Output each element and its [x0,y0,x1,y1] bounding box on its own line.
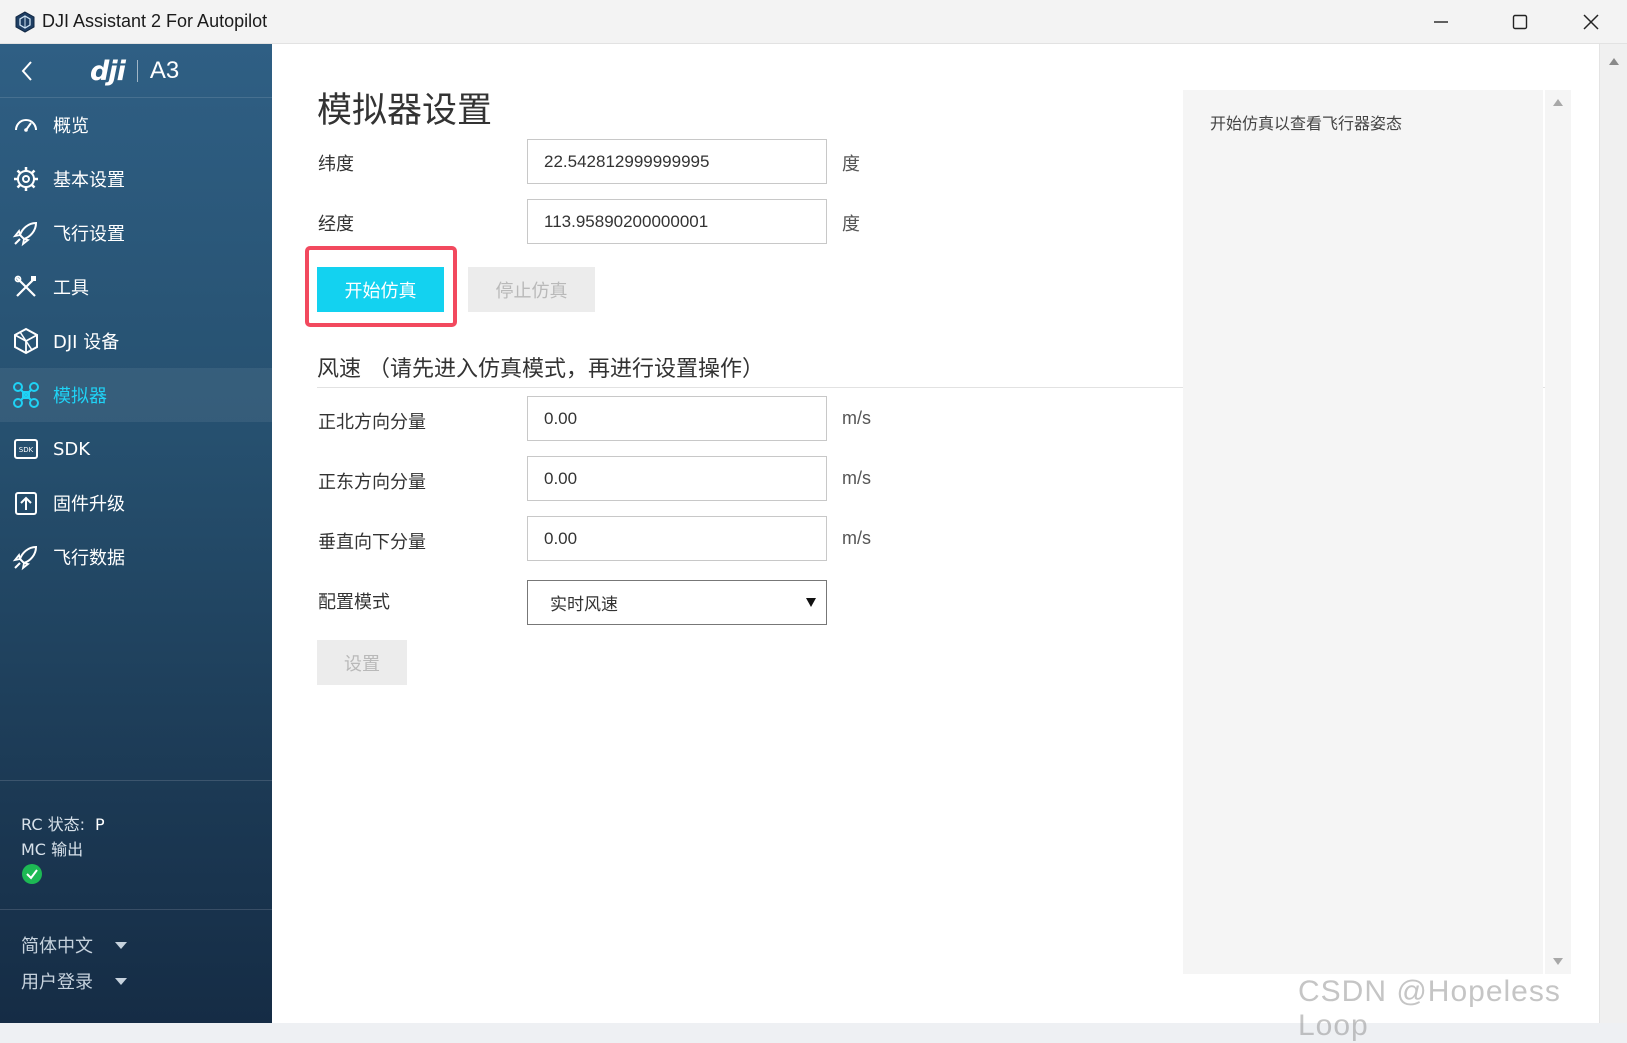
wind-down-label: 垂直向下分量 [318,532,426,553]
rc-status-label: RC 状态: [21,815,85,834]
sidebar-item-label: 飞行数据 [53,548,125,569]
sidebar-item-flight-data[interactable]: 飞行数据 [0,530,272,584]
close-icon [1583,14,1599,30]
login-label: 用户登录 [21,972,93,993]
sidebar-item-label: 模拟器 [53,386,107,407]
window-title: DJI Assistant 2 For Autopilot [42,11,268,31]
language-select[interactable]: 简体中文 [21,932,127,958]
chevron-down-icon [115,977,127,985]
longitude-input[interactable] [527,199,827,244]
dropdown-arrow-icon [806,598,816,607]
config-mode-select[interactable]: 实时风速 [527,580,827,625]
mc-output-label: MC 输出 [21,840,84,859]
rc-status: RC 状态: P [21,811,105,835]
wind-north-label: 正北方向分量 [318,412,426,433]
maximize-icon [1512,14,1528,30]
app-logo-icon [15,11,35,33]
sidebar-nav: 概览 基本设置 飞行设置 工具 DJI 设备 模拟器 SDK SDK 固件升级 … [0,98,272,584]
wind-north-input[interactable] [527,396,827,441]
wind-down-unit: m/s [842,528,871,548]
sidebar-item-dji-devices[interactable]: DJI 设备 [0,314,272,368]
sidebar-item-label: DJI 设备 [53,332,120,353]
gear-icon [14,167,38,191]
sidebar-item-basic-settings[interactable]: 基本设置 [0,152,272,206]
svg-text:SDK: SDK [19,446,34,454]
rc-status-value: P [94,815,105,834]
window-scrollbar[interactable] [1599,44,1627,1023]
rocket-icon [12,221,38,247]
config-mode-label: 配置模式 [318,592,390,613]
wind-east-label: 正东方向分量 [318,472,426,493]
latitude-input[interactable] [527,139,827,184]
connection-status: RC 状态: P MC 输出 [0,780,272,910]
check-circle-icon [22,864,42,884]
main-content: 模拟器设置 纬度 度 经度 度 开始仿真 停止仿真 风速 （请先进入仿真模式，再… [272,44,1599,1023]
scroll-down-icon [1553,958,1563,965]
sidebar-item-label: 概览 [53,116,89,137]
sidebar-item-label: 基本设置 [53,170,125,191]
longitude-label: 经度 [318,214,354,235]
sidebar-item-sdk[interactable]: SDK SDK [0,422,272,476]
wind-north-unit: m/s [842,408,871,428]
latitude-unit: 度 [842,154,860,174]
wind-east-unit: m/s [842,468,871,488]
scroll-up-icon [1553,99,1563,106]
tools-icon [14,275,36,297]
wind-down-input[interactable] [527,516,827,561]
sidebar-item-simulator[interactable]: 模拟器 [0,368,272,422]
sidebar-item-flight-settings[interactable]: 飞行设置 [0,206,272,260]
panel-scrollbar[interactable] [1545,90,1571,974]
brand-divider [136,60,138,82]
scroll-up-icon [1609,58,1619,65]
sidebar-item-label: 飞行设置 [53,224,125,245]
set-button[interactable]: 设置 [317,640,407,685]
close-button[interactable] [1556,0,1626,44]
sidebar-item-label: 固件升级 [53,494,125,515]
longitude-unit: 度 [842,214,860,234]
title-bar: DJI Assistant 2 For Autopilot [0,0,1627,44]
sdk-icon: SDK [14,439,38,459]
app-window: DJI Assistant 2 For Autopilot dji A3 概览 [0,0,1627,1042]
model-name: A3 [149,57,180,84]
page-title: 模拟器设置 [317,91,493,131]
language-label: 简体中文 [21,936,93,957]
user-login[interactable]: 用户登录 [21,968,127,994]
gauge-icon [15,119,37,132]
attitude-hint: 开始仿真以查看飞行器姿态 [1210,114,1403,133]
config-mode-value: 实时风速 [550,595,618,615]
minimize-button[interactable] [1406,0,1476,44]
stop-simulation-button[interactable]: 停止仿真 [468,267,595,312]
device-icon [14,327,38,355]
wind-speed-heading: 风速 （请先进入仿真模式，再进行设置操作） [317,357,764,382]
back-chevron-icon[interactable] [16,58,38,84]
sidebar-item-overview[interactable]: 概览 [0,98,272,152]
drone-icon [13,382,39,408]
sidebar-item-tools[interactable]: 工具 [0,260,272,314]
sidebar: dji A3 概览 基本设置 飞行设置 工具 DJI 设备 模拟器 SDK SD… [0,44,272,1023]
chevron-down-icon [115,941,127,949]
sidebar-header: dji A3 [0,44,272,98]
latitude-label: 纬度 [318,154,354,175]
attitude-panel: 开始仿真以查看飞行器姿态 [1183,90,1543,974]
wind-east-input[interactable] [527,456,827,501]
sidebar-item-label: SDK [53,438,91,460]
watermark: CSDN @Hopeless Loop [1298,975,1561,1042]
maximize-button[interactable] [1485,0,1555,44]
start-simulation-button[interactable]: 开始仿真 [317,267,444,312]
rocket-icon [12,545,38,571]
dji-logo: dji [90,55,126,87]
brand: dji A3 [90,55,180,87]
sidebar-item-firmware[interactable]: 固件升级 [0,476,272,530]
minimize-icon [1434,21,1448,23]
sidebar-item-label: 工具 [53,278,89,299]
firmware-icon [15,492,37,515]
